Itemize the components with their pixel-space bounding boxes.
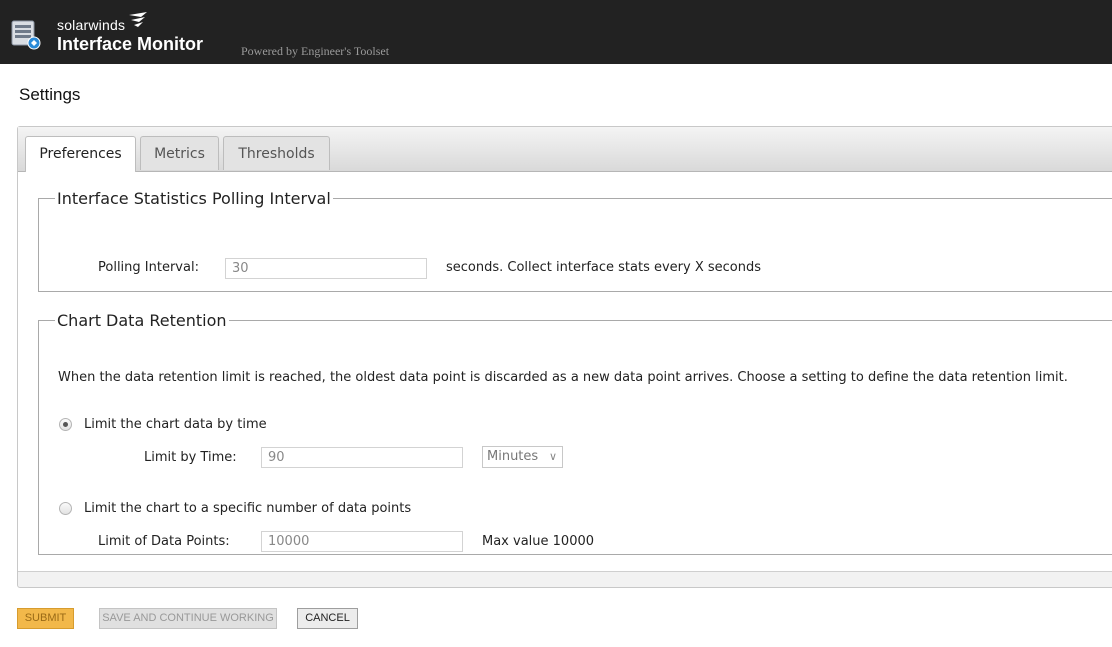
app-header: solarwinds Interface Monitor Powered by … bbox=[0, 0, 1112, 64]
app-title: Interface Monitor bbox=[57, 34, 204, 54]
tab-preferences[interactable]: Preferences bbox=[25, 136, 136, 172]
tab-metrics[interactable]: Metrics bbox=[140, 136, 219, 170]
max-value-hint: Max value 10000 bbox=[482, 534, 595, 549]
limit-by-points-option-label[interactable]: Limit the chart to a specific number of … bbox=[84, 501, 411, 516]
brand-wordmark: solarwinds bbox=[57, 17, 126, 33]
polling-interval-group: Interface Statistics Polling Interval Po… bbox=[38, 189, 1112, 292]
tab-thresholds[interactable]: Thresholds bbox=[223, 136, 330, 170]
polling-interval-label: Polling Interval: bbox=[98, 260, 199, 275]
limit-of-data-points-label: Limit of Data Points: bbox=[98, 534, 230, 549]
time-unit-select[interactable]: Minutes ∨ bbox=[482, 446, 563, 468]
solarwinds-bird-icon bbox=[129, 12, 147, 27]
powered-by-text: Powered by Engineer's Toolset bbox=[241, 44, 390, 58]
preferences-tab-content: Interface Statistics Polling Interval Po… bbox=[18, 172, 1112, 572]
time-unit-value: Minutes bbox=[487, 449, 539, 464]
limit-by-time-input[interactable]: 90 bbox=[261, 447, 463, 468]
chart-data-retention-group: Chart Data Retention When the data reten… bbox=[38, 311, 1112, 555]
chevron-down-icon: ∨ bbox=[548, 450, 557, 463]
limit-of-data-points-input[interactable]: 10000 bbox=[261, 531, 463, 552]
settings-panel: Preferences Metrics Thresholds Interface… bbox=[17, 126, 1112, 588]
limit-by-time-radio[interactable] bbox=[59, 418, 72, 431]
retention-description: When the data retention limit is reached… bbox=[58, 370, 1068, 385]
polling-interval-legend: Interface Statistics Polling Interval bbox=[57, 189, 331, 208]
limit-by-time-label: Limit by Time: bbox=[144, 450, 237, 465]
limit-by-points-radio[interactable] bbox=[59, 502, 72, 515]
save-and-continue-button[interactable]: SAVE AND CONTINUE WORKING bbox=[99, 608, 277, 629]
page-title: Settings bbox=[19, 85, 81, 104]
submit-button[interactable]: SUBMIT bbox=[17, 608, 74, 629]
chart-data-retention-legend: Chart Data Retention bbox=[57, 311, 227, 330]
tab-strip: Preferences Metrics Thresholds bbox=[18, 127, 1112, 172]
polling-interval-input[interactable]: 30 bbox=[225, 258, 427, 279]
cancel-button[interactable]: CANCEL bbox=[297, 608, 358, 629]
limit-by-time-option-label[interactable]: Limit the chart data by time bbox=[84, 417, 267, 432]
polling-interval-hint: seconds. Collect interface stats every X… bbox=[446, 260, 762, 275]
interface-monitor-logo-icon bbox=[11, 20, 41, 50]
